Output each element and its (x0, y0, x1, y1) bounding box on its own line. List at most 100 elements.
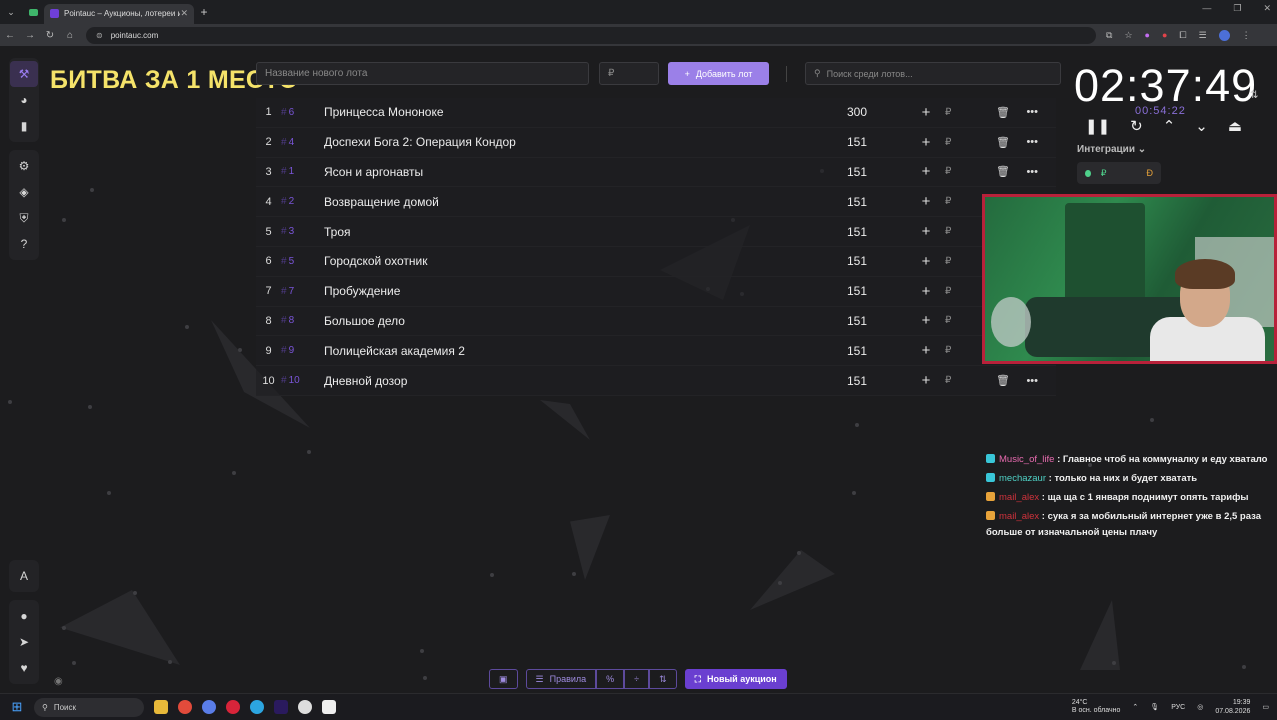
premiere-icon[interactable] (274, 700, 288, 714)
eye-icon[interactable]: ◉ (54, 676, 63, 687)
lot-amount[interactable]: 151 (847, 344, 907, 358)
chevron-up-icon[interactable]: ⌃ (1132, 703, 1138, 711)
lot-amount[interactable]: 151 (847, 374, 907, 388)
ruble-input-icon[interactable]: ₽ (945, 315, 965, 326)
lot-name[interactable]: Троя (324, 225, 847, 239)
integrations-status[interactable]: ₽ Ð (1077, 162, 1161, 184)
lot-name[interactable]: Ясон и аргонавты (324, 165, 847, 179)
lot-row[interactable]: 3 #1 Ясон и аргонавты 151 + ₽ 🗑 ••• (256, 157, 1056, 188)
tab-search-icon[interactable]: ☰ (1199, 30, 1207, 41)
file-explorer-icon[interactable] (154, 700, 168, 714)
help-icon[interactable]: ? (10, 231, 38, 257)
reset-icon[interactable]: ↻ (1130, 117, 1143, 135)
save-icon[interactable]: ▣ (489, 669, 518, 689)
lot-name[interactable]: Городской охотник (324, 254, 847, 268)
obs-icon[interactable] (298, 700, 312, 714)
forward-icon[interactable]: → (20, 30, 40, 41)
browser-menu-icon[interactable]: ⋮ (1242, 30, 1251, 41)
github-icon[interactable]: ● (10, 603, 38, 629)
lot-row[interactable]: 9 #9 Полицейская академия 2 151 + ₽ (256, 336, 1056, 367)
add-amount-icon[interactable]: + (907, 223, 945, 240)
lot-name[interactable]: Принцесса Мононоке (324, 105, 847, 119)
lot-search-input[interactable]: ⚲ Поиск среди лотов... (805, 62, 1061, 85)
new-auction-button[interactable]: ⛶ Новый аукцион (684, 669, 787, 689)
taskbar-search[interactable]: ⚲ Поиск (34, 697, 144, 717)
sort-icon[interactable]: ⇅ (649, 669, 677, 689)
address-bar[interactable]: ⊜ pointauc.com (86, 26, 1096, 44)
lot-name[interactable]: Возвращение домой (324, 195, 847, 209)
add-amount-icon[interactable]: + (907, 253, 945, 270)
telegram-icon[interactable] (250, 700, 264, 714)
reload-icon[interactable]: ↻ (40, 30, 60, 41)
pause-icon[interactable]: ❚❚ (1085, 117, 1110, 135)
integrations-toggle[interactable]: Интеграции ⌄ (1077, 144, 1146, 155)
lot-row[interactable]: 7 #7 Пробуждение 151 + ₽ (256, 276, 1056, 307)
chrome-icon[interactable] (178, 700, 192, 714)
lot-row[interactable]: 10 #10 Дневной дозор 151 + ₽ 🗑 ••• (256, 366, 1056, 396)
chevron-up-icon[interactable]: ⌃ (1163, 117, 1176, 135)
gear-icon[interactable]: ⚙ (10, 153, 38, 179)
translate-icon[interactable]: A (10, 563, 38, 589)
add-amount-icon[interactable]: + (907, 342, 945, 359)
add-amount-icon[interactable]: + (907, 372, 945, 389)
lot-amount[interactable]: 151 (847, 314, 907, 328)
percent-icon[interactable]: % (596, 669, 625, 689)
tab-list-icon[interactable]: ⌄ (0, 0, 22, 24)
stats-icon[interactable]: ▮ (10, 113, 38, 139)
extension-icon[interactable]: ● (1145, 30, 1150, 40)
lot-name[interactable]: Большое дело (324, 314, 847, 328)
lot-row[interactable]: 1 #6 Принцесса Мононоке 300 + ₽ 🗑 ••• (256, 98, 1056, 128)
weather-widget[interactable]: 24°C В осн. облачно (1072, 699, 1121, 715)
lot-row[interactable]: 6 #5 Городской охотник 151 + ₽ (256, 246, 1056, 277)
lot-name[interactable]: Дневной дозор (324, 374, 847, 388)
rules-button[interactable]: ☰ Правила (525, 669, 597, 689)
profile-avatar[interactable] (1218, 29, 1230, 41)
site-info-icon[interactable]: ⊜ (96, 31, 103, 40)
lot-name[interactable]: Полицейская академия 2 (324, 344, 847, 358)
donate-icon[interactable]: ♥ (10, 655, 38, 681)
more-options-icon[interactable]: ••• (1010, 375, 1038, 387)
add-amount-icon[interactable]: + (907, 193, 945, 210)
add-amount-icon[interactable]: + (907, 134, 945, 151)
lot-name[interactable]: Доспехи Бога 2: Операция Кондор (324, 135, 847, 149)
lot-row[interactable]: 8 #8 Большое дело 151 + ₽ (256, 306, 1056, 337)
minimize-icon[interactable]: — (1202, 3, 1211, 14)
delete-icon[interactable]: 🗑 (965, 165, 1010, 178)
app-icon[interactable] (322, 700, 336, 714)
opera-icon[interactable] (226, 700, 240, 714)
lot-amount[interactable]: 300 (847, 105, 907, 119)
lot-amount[interactable]: 151 (847, 135, 907, 149)
extension-icon[interactable]: ● (1162, 30, 1167, 40)
browser-tab[interactable]: Pointauc – Аукционы, лотереи и ... ✕ (44, 3, 194, 24)
ruble-input-icon[interactable]: ₽ (945, 345, 965, 356)
auction-hammer-icon[interactable]: ⚒ (10, 61, 38, 87)
price-input[interactable]: ₽ (599, 62, 659, 85)
delete-icon[interactable]: 🗑 (965, 374, 1010, 387)
add-amount-icon[interactable]: + (907, 163, 945, 180)
new-tab-button[interactable]: + (194, 5, 214, 19)
pinned-tab-icon[interactable] (22, 0, 44, 24)
chevron-down-icon[interactable]: ⌄ (1195, 117, 1208, 135)
wheel-icon[interactable]: ◕ (10, 87, 38, 113)
close-window-icon[interactable]: ✕ (1263, 3, 1271, 14)
microphone-icon[interactable]: 🎙 (1150, 703, 1159, 711)
more-options-icon[interactable]: ••• (1010, 136, 1038, 148)
close-tab-icon[interactable]: ✕ (180, 8, 188, 19)
delete-icon[interactable]: 🗑 (965, 106, 1010, 119)
lot-amount[interactable]: 151 (847, 254, 907, 268)
ruble-input-icon[interactable]: ₽ (945, 137, 965, 148)
ruble-input-icon[interactable]: ₽ (945, 107, 965, 118)
telegram-icon[interactable]: ➤ (10, 629, 38, 655)
add-amount-icon[interactable]: + (907, 104, 945, 121)
ruble-input-icon[interactable]: ₽ (945, 256, 965, 267)
collapse-icon[interactable]: ⏏ (1228, 117, 1242, 135)
back-icon[interactable]: ← (0, 30, 20, 41)
split-icon[interactable]: ÷ (624, 669, 650, 689)
network-icon[interactable]: ◎ (1197, 703, 1203, 711)
add-amount-icon[interactable]: + (907, 283, 945, 300)
lot-row[interactable]: 4 #2 Возвращение домой 151 + ₽ (256, 187, 1056, 218)
ruble-input-icon[interactable]: ₽ (945, 226, 965, 237)
delete-icon[interactable]: 🗑 (965, 136, 1010, 149)
translate-icon[interactable]: ⧉ (1106, 30, 1112, 41)
shield-icon[interactable]: ⛨ (10, 205, 38, 231)
